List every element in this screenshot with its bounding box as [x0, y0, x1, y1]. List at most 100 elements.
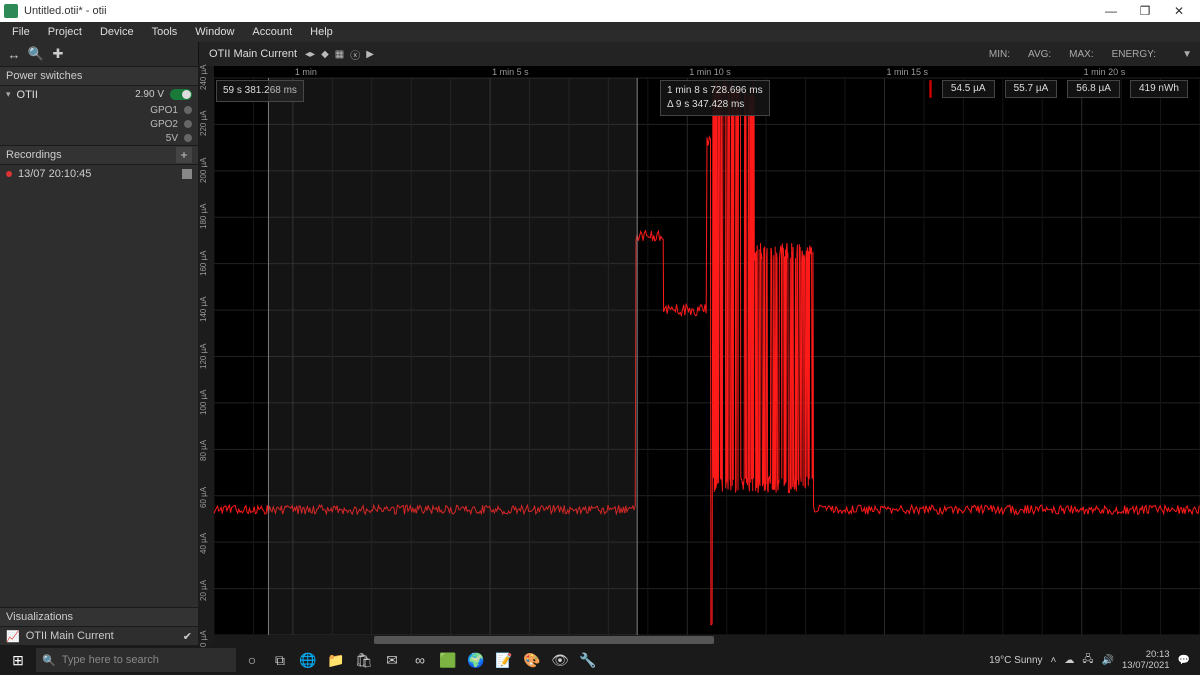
- gpo2-indicator[interactable]: [184, 120, 192, 128]
- store-icon[interactable]: 🛍: [352, 648, 376, 672]
- titlebar: Untitled.otii* - otii — ❐ ✕: [0, 0, 1200, 22]
- selection-region[interactable]: [268, 78, 637, 635]
- cursor-b-time: 1 min 8 s 728.696 ms: [667, 84, 763, 98]
- y-tick-label: 120 µA: [199, 343, 208, 369]
- toolbar: ↔ 🔍 ✚ OTII Main Current ◂▸ ◆ ▦ ⓧ ▶ MIN: …: [0, 42, 1200, 66]
- chart-area[interactable]: 0 µA20 µA40 µA60 µA80 µA100 µA120 µA140 …: [198, 66, 1200, 645]
- add-tool-icon[interactable]: ✚: [50, 46, 66, 62]
- zoom-tool-icon[interactable]: 🔍: [28, 46, 44, 62]
- power-switches-label: Power switches: [6, 70, 82, 82]
- device-row[interactable]: ▾ OTII 2.90 V: [0, 86, 198, 103]
- x-tick-label: 1 min 15 s: [886, 67, 928, 77]
- tray-volume-icon[interactable]: 🔊: [1102, 655, 1114, 666]
- taskbar-search[interactable]: 🔍 Type here to search: [36, 648, 236, 672]
- edge-icon[interactable]: 🌐: [296, 648, 320, 672]
- explorer-icon[interactable]: 📁: [324, 648, 348, 672]
- y-tick-label: 20 µA: [199, 580, 208, 601]
- add-recording-button[interactable]: +: [176, 147, 192, 163]
- tray-cloud-icon[interactable]: ☁: [1064, 655, 1074, 666]
- close-button[interactable]: ✕: [1162, 0, 1196, 22]
- link-icon[interactable]: ∞: [408, 648, 432, 672]
- tab-close-icon[interactable]: ⓧ: [350, 47, 360, 62]
- gpo2-row: GPO2: [0, 117, 198, 131]
- menu-help[interactable]: Help: [302, 24, 341, 40]
- tab-expand-icon[interactable]: ◆: [321, 49, 329, 60]
- tray-chevron-icon[interactable]: ˄: [1051, 655, 1057, 666]
- y-tick-label: 220 µA: [199, 111, 208, 137]
- notifications-icon[interactable]: 💬: [1178, 655, 1190, 666]
- 5v-indicator[interactable]: [184, 134, 192, 142]
- mail-icon[interactable]: ✉: [380, 648, 404, 672]
- app-icon-2[interactable]: 🌍: [464, 648, 488, 672]
- visualization-item[interactable]: 📈 OTII Main Current ✔: [0, 627, 198, 645]
- tab-grid-icon[interactable]: ▦: [335, 49, 344, 60]
- gpo2-label: GPO2: [150, 119, 178, 130]
- measure-energy: 419 nWh: [1130, 80, 1188, 98]
- y-tick-label: 80 µA: [199, 440, 208, 461]
- stats-chevron-icon[interactable]: ▼: [1182, 49, 1192, 60]
- menu-file[interactable]: File: [4, 24, 38, 40]
- y-tick-label: 40 µA: [199, 533, 208, 554]
- app-icon-1[interactable]: 🟩: [436, 648, 460, 672]
- window-title: Untitled.otii* - otii: [24, 5, 1094, 17]
- cursor-b-box: 1 min 8 s 728.696 ms Δ 9 s 347.428 ms: [660, 80, 770, 116]
- tray-network-icon[interactable]: 🖧: [1082, 652, 1093, 669]
- gpo1-indicator[interactable]: [184, 106, 192, 114]
- stat-avg-label: AVG:: [1028, 49, 1051, 60]
- y-tick-label: 180 µA: [199, 204, 208, 230]
- y-tick-label: 100 µA: [199, 389, 208, 415]
- clock-date: 13/07/2021: [1122, 660, 1170, 671]
- caret-icon: ▾: [6, 89, 11, 100]
- weather-widget[interactable]: 19°C Sunny: [989, 655, 1042, 666]
- tab-nav-icon[interactable]: ◂▸: [305, 49, 315, 60]
- app-body: Power switches ▾ OTII 2.90 V GPO1 GPO2 5…: [0, 66, 1200, 645]
- power-switches-header: Power switches: [0, 66, 198, 86]
- y-tick-label: 200 µA: [199, 157, 208, 183]
- y-tick-label: 140 µA: [199, 297, 208, 323]
- system-tray: 19°C Sunny ˄ ☁ 🖧 🔊 20:13 13/07/2021 💬: [989, 649, 1196, 671]
- x-axis: 1 min1 min 5 s1 min 10 s1 min 15 s1 min …: [214, 66, 1200, 78]
- app-icon-5[interactable]: 👁: [548, 648, 572, 672]
- app-icon-6[interactable]: 🔧: [576, 648, 600, 672]
- chart-line-icon: 📈: [6, 630, 20, 643]
- cursor-tool-icon[interactable]: ↔: [6, 46, 22, 62]
- menu-account[interactable]: Account: [244, 24, 300, 40]
- device-name: OTII: [17, 89, 130, 101]
- taskbar-clock[interactable]: 20:13 13/07/2021: [1122, 649, 1170, 671]
- menu-window[interactable]: Window: [187, 24, 242, 40]
- visualizations-label: Visualizations: [6, 611, 73, 623]
- gpo1-row: GPO1: [0, 103, 198, 117]
- clock-time: 20:13: [1122, 649, 1170, 660]
- maximize-button[interactable]: ❐: [1128, 0, 1162, 22]
- measure-max: 56.8 µA: [1067, 80, 1120, 98]
- cortana-icon[interactable]: ○: [240, 648, 264, 672]
- tab-main-current[interactable]: OTII Main Current: [205, 48, 301, 60]
- device-power-toggle[interactable]: [170, 89, 192, 100]
- taskbar: ⊞ 🔍 Type here to search ○ ⧉ 🌐 📁 🛍 ✉ ∞ 🟩 …: [0, 645, 1200, 675]
- stats-bar: MIN: AVG: MAX: ENERGY: ▼: [989, 42, 1200, 66]
- minimize-button[interactable]: —: [1094, 0, 1128, 22]
- measure-min: 54.5 µA: [942, 80, 995, 98]
- start-button[interactable]: ⊞: [4, 646, 32, 674]
- menu-project[interactable]: Project: [40, 24, 90, 40]
- recordings-label: Recordings: [6, 149, 62, 161]
- taskview-icon[interactable]: ⧉: [268, 648, 292, 672]
- menu-device[interactable]: Device: [92, 24, 142, 40]
- visualizations-header: Visualizations: [0, 607, 198, 627]
- 5v-row: 5V: [0, 131, 198, 145]
- x-tick-label: 1 min 20 s: [1084, 67, 1126, 77]
- recordings-header: Recordings +: [0, 145, 198, 165]
- recording-item[interactable]: 13/07 20:10:45: [0, 165, 198, 183]
- app-icon-3[interactable]: 📝: [492, 648, 516, 672]
- horizontal-scrollbar[interactable]: [214, 635, 1200, 645]
- menu-tools[interactable]: Tools: [144, 24, 186, 40]
- selection-measure: 54.5 µA 55.7 µA 56.8 µA 419 nWh: [929, 80, 1188, 98]
- scrollbar-thumb[interactable]: [374, 636, 714, 644]
- x-tick-label: 1 min 5 s: [492, 67, 529, 77]
- stop-recording-button[interactable]: [182, 169, 192, 179]
- tab-play-icon[interactable]: ▶: [366, 49, 374, 60]
- y-tick-label: 160 µA: [199, 250, 208, 276]
- cursor-delta: Δ 9 s 347.428 ms: [667, 98, 763, 112]
- app-icon-4[interactable]: 🎨: [520, 648, 544, 672]
- app-icon: [4, 4, 18, 18]
